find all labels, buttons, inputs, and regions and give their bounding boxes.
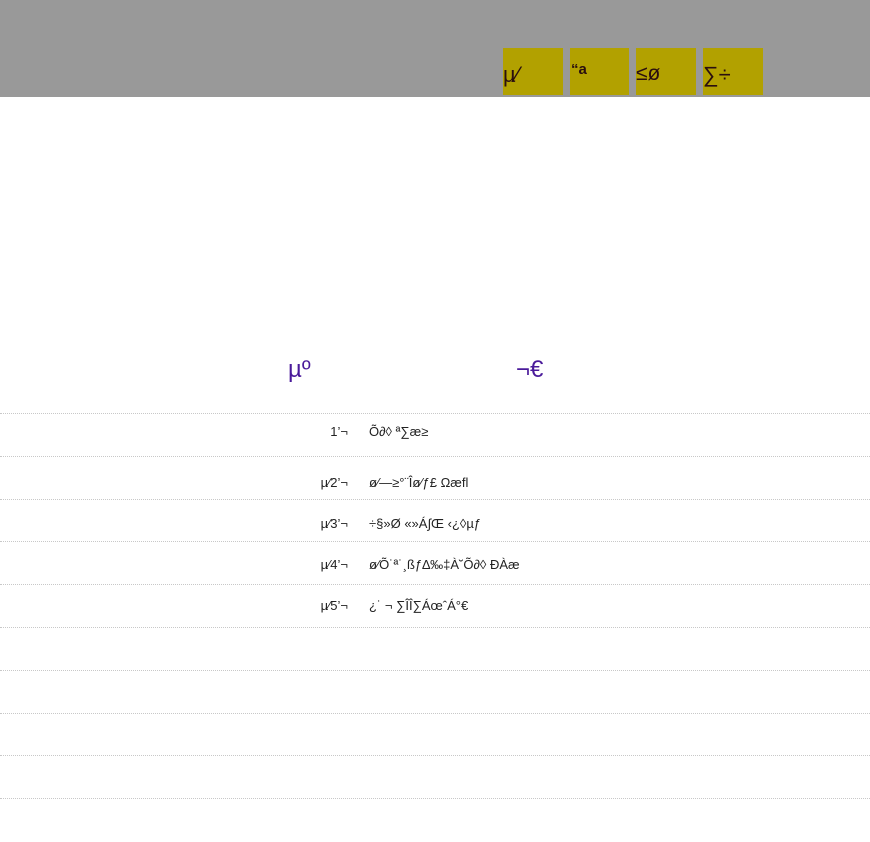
- toolbar-tab-4-label: ∑÷: [703, 62, 731, 87]
- row-number: µ⁄4’¬: [320, 557, 348, 572]
- row-number: µ⁄3’¬: [320, 516, 348, 531]
- row-divider: [0, 413, 870, 414]
- table-row[interactable]: µ⁄3’¬ ÷§»Ø «»Á∫Œ ‹¿◊µƒ: [0, 516, 870, 536]
- toolbar-tab-3[interactable]: ≤ø: [636, 48, 696, 95]
- toolbar-tab-1-label: µ⁄: [503, 62, 520, 87]
- row-number: µ⁄2’¬: [320, 475, 348, 490]
- row-text: ÷§»Ø «»Á∫Œ ‹¿◊µƒ: [369, 516, 482, 531]
- row-divider: [0, 499, 870, 500]
- row-number: µ⁄5’¬: [320, 598, 348, 613]
- row-divider: [0, 584, 870, 585]
- table-row[interactable]: µ⁄5’¬ ¿˙ ¬ ∑ÎÎ∑ÁœˆÁ°€: [0, 598, 870, 618]
- table-row[interactable]: 1’¬ Õ∂◊ ª∑æ≥: [0, 424, 870, 444]
- top-toolbar: µ⁄ “a ≤ø ∑÷: [0, 0, 870, 97]
- row-text: ¿˙ ¬ ∑ÎÎ∑ÁœˆÁ°€: [369, 598, 469, 613]
- row-text: ø⁄Õ˙ª˙¸ßƒ∆‰‡À˘Õ∂◊ ÐÀæ: [369, 557, 520, 572]
- row-divider: [0, 541, 870, 542]
- column-header-2: ¬€: [516, 356, 544, 383]
- row-text: ø⁄—≥°¨Îø⁄ƒ£ Ωæfl: [369, 475, 469, 490]
- toolbar-tab-2[interactable]: “a: [570, 48, 629, 95]
- toolbar-tab-2-label: “a: [571, 61, 587, 78]
- row-number: 1’¬: [330, 424, 348, 439]
- row-divider: [0, 713, 870, 714]
- row-divider: [0, 670, 870, 671]
- row-divider: [0, 627, 870, 628]
- row-divider: [0, 456, 870, 457]
- table-row[interactable]: µ⁄2’¬ ø⁄—≥°¨Îø⁄ƒ£ Ωæfl: [0, 475, 870, 495]
- row-text: Õ∂◊ ª∑æ≥: [369, 424, 429, 439]
- row-divider: [0, 798, 870, 799]
- toolbar-tab-1[interactable]: µ⁄: [503, 48, 563, 95]
- toolbar-tab-3-label: ≤ø: [636, 62, 661, 85]
- table-row[interactable]: µ⁄4’¬ ø⁄Õ˙ª˙¸ßƒ∆‰‡À˘Õ∂◊ ÐÀæ: [0, 557, 870, 577]
- toolbar-tab-4[interactable]: ∑÷: [703, 48, 763, 95]
- column-header-1: µº: [288, 356, 311, 383]
- row-divider: [0, 755, 870, 756]
